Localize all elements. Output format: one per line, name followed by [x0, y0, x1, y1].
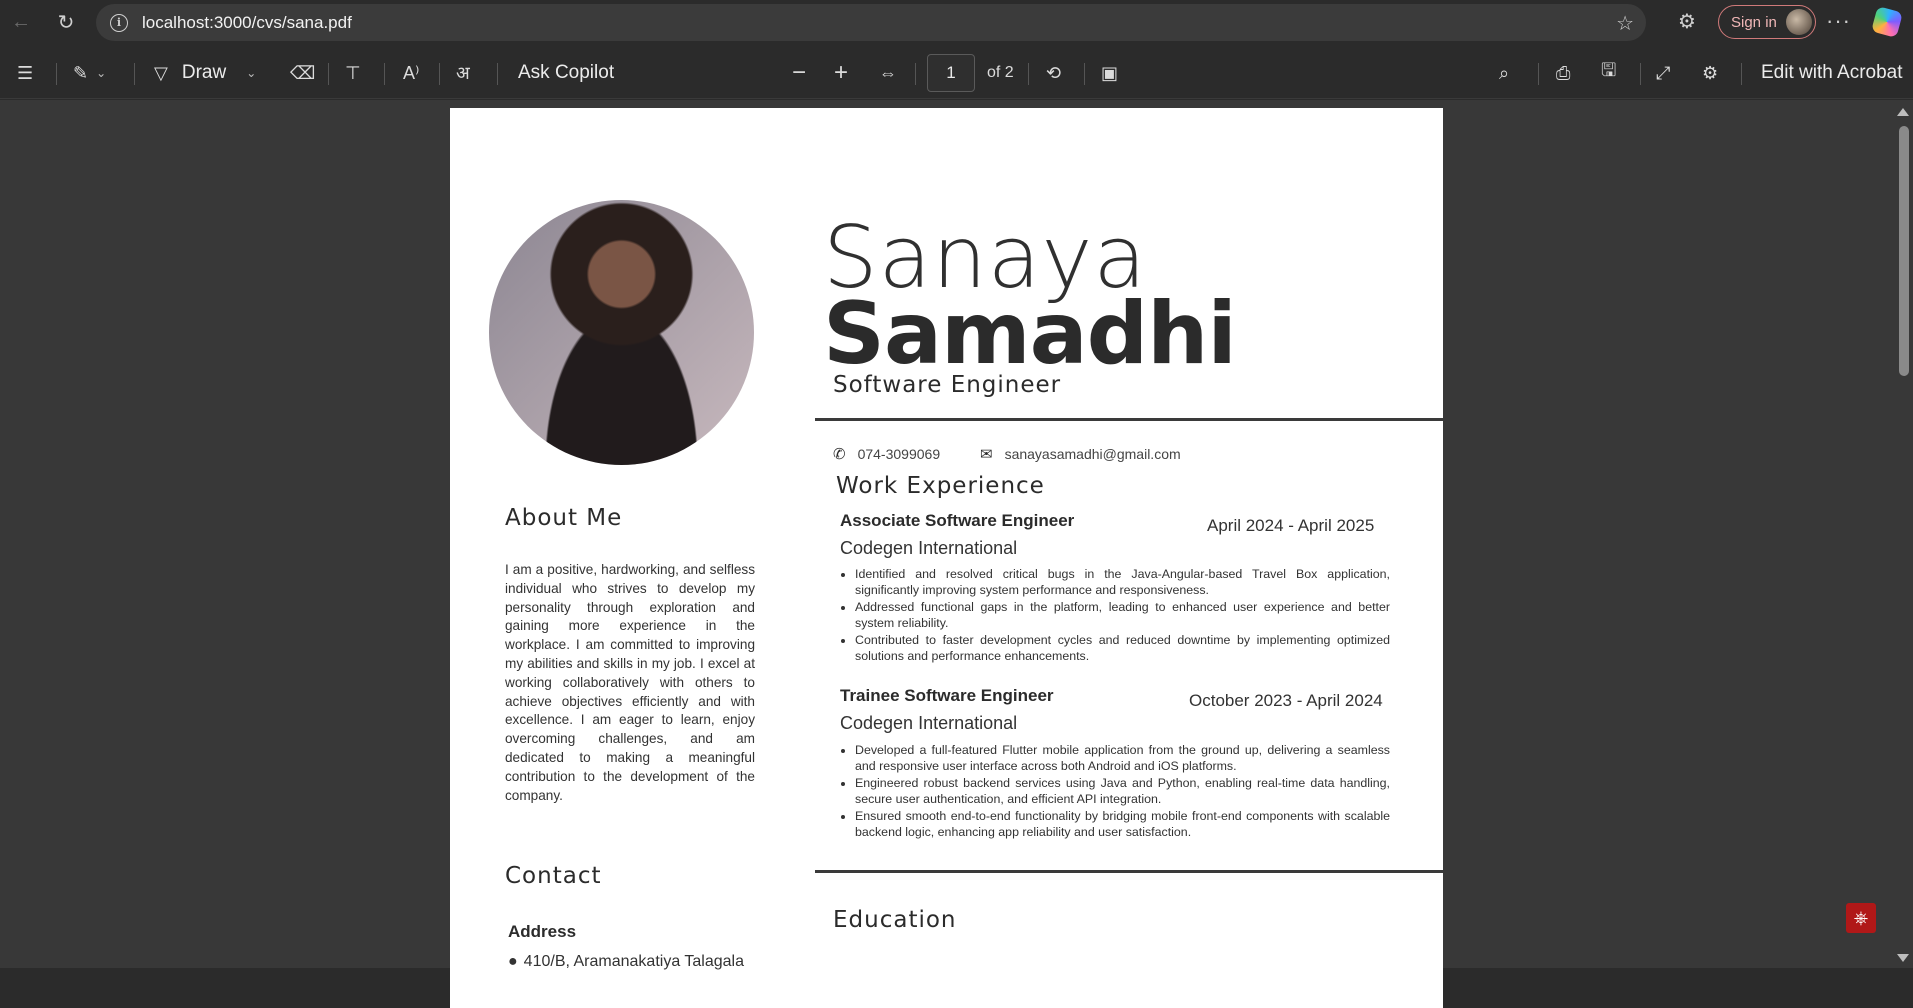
email-row: ✉ sanayasamadhi@gmail.com [980, 445, 1181, 463]
phone-icon: ✆ [833, 446, 846, 463]
site-info-icon[interactable]: i [110, 13, 128, 32]
toolbar-divider [1028, 63, 1029, 85]
job-title: Software Engineer [833, 372, 1062, 398]
rotate-icon[interactable]: ⟲ [1046, 47, 1061, 99]
work-experience-heading: Work Experience [836, 473, 1045, 499]
job-bullet: Contributed to faster development cycles… [855, 632, 1390, 664]
scroll-down-arrow-icon[interactable] [1897, 954, 1909, 962]
extensions-icon[interactable]: ⚙ [1674, 9, 1700, 35]
print-icon[interactable]: ⎙ [1556, 47, 1570, 99]
job-bullet-list: Developed a full-featured Flutter mobile… [840, 742, 1390, 841]
draw-label: Draw [181, 62, 227, 83]
contents-list-icon[interactable]: ☰ [17, 47, 33, 99]
divider-line [815, 418, 1443, 421]
vertical-scrollbar[interactable] [1895, 100, 1913, 968]
job-company: Codegen International [840, 713, 1018, 733]
toolbar-divider [439, 63, 440, 85]
job-bullet: Developed a full-featured Flutter mobile… [855, 742, 1390, 774]
save-icon[interactable]: 🖫 [1601, 47, 1616, 99]
draw-icon: ▽ [154, 62, 168, 83]
job-company: Codegen International [840, 538, 1018, 558]
job-dates: April 2024 - April 2025 [1207, 516, 1375, 535]
zoom-in-button[interactable]: + [834, 47, 848, 99]
back-arrow-icon[interactable]: ← [5, 6, 37, 38]
toolbar-divider [56, 63, 57, 85]
pdf-viewer[interactable]: Sanaya Samadhi Software Engineer ✆ 074-3… [0, 100, 1913, 1008]
phone-number: 074-3099069 [857, 446, 941, 462]
address-bar[interactable]: i localhost:3000/cvs/sana.pdf ☆ [96, 4, 1646, 41]
draw-button[interactable]: ▽ Draw ⌄ [154, 47, 256, 99]
mail-icon: ✉ [980, 446, 993, 463]
toolbar-divider [1538, 63, 1539, 85]
job-dates: October 2023 - April 2024 [1189, 691, 1383, 710]
pdf-toolbar: ☰ ✎ ⌄ ▽ Draw ⌄ ⌫ ⊤ A⁾ अ Ask Copilot − + ⇔… [0, 47, 1913, 99]
edit-with-acrobat-button[interactable]: Edit with Acrobat [1761, 47, 1903, 99]
more-menu-icon[interactable]: ··· [1826, 8, 1851, 34]
browser-toolbar: ← ↻ i localhost:3000/cvs/sana.pdf ☆ ⚙ Si… [0, 0, 1913, 45]
toolbar-divider [384, 63, 385, 85]
about-heading: About Me [505, 505, 623, 531]
job-bullet: Engineered robust backend services using… [855, 775, 1390, 807]
phone-row: ✆ 074-3099069 [833, 445, 940, 463]
toolbar-divider [328, 63, 329, 85]
address-text: ● 410/B, Aramanakatiya Talagala [508, 953, 744, 971]
fit-to-width-icon[interactable]: ⇔ [879, 47, 897, 99]
job-bullet: Addressed functional gaps in the platfor… [855, 599, 1390, 631]
scroll-thumb[interactable] [1899, 126, 1909, 376]
pdf-page: Sanaya Samadhi Software Engineer ✆ 074-3… [450, 108, 1443, 1008]
about-text: I am a positive, hardworking, and selfle… [505, 562, 755, 803]
search-icon[interactable]: ⌕ [1499, 47, 1509, 99]
reload-icon[interactable]: ↻ [50, 6, 82, 38]
email-address: sanayasamadhi@gmail.com [1004, 446, 1181, 462]
highlight-icon[interactable]: ✎ ⌄ [73, 47, 106, 99]
ask-copilot-button[interactable]: Ask Copilot [518, 47, 614, 99]
toolbar-divider [497, 63, 498, 85]
job-role: Associate Software Engineer [840, 511, 1075, 530]
job-role: Trainee Software Engineer [840, 686, 1054, 705]
chevron-down-icon[interactable]: ⌄ [96, 66, 106, 80]
acrobat-icon[interactable]: ⎈ [1846, 903, 1876, 933]
sign-in-button[interactable]: Sign in [1718, 5, 1816, 39]
address-value: 410/B, Aramanakatiya Talagala [523, 953, 744, 970]
scroll-up-arrow-icon[interactable] [1897, 108, 1909, 116]
settings-gear-icon[interactable]: ⚙ [1702, 47, 1718, 99]
translate-icon[interactable]: अ [456, 47, 470, 99]
education-heading: Education [833, 907, 957, 933]
job-bullet-list: Identified and resolved critical bugs in… [840, 566, 1390, 665]
toolbar-divider [1640, 63, 1641, 85]
location-pin-icon: ● [508, 953, 518, 970]
chevron-down-icon[interactable]: ⌄ [246, 66, 256, 80]
contact-heading: Contact [505, 863, 602, 889]
fullscreen-icon[interactable]: ⤢ [1656, 47, 1670, 99]
favorite-star-icon[interactable]: ☆ [1616, 11, 1634, 36]
address-label: Address [508, 922, 577, 941]
url-text[interactable]: localhost:3000/cvs/sana.pdf [142, 13, 352, 33]
toolbar-divider [1084, 63, 1085, 85]
page-view-icon[interactable]: ▣ [1101, 47, 1118, 99]
read-aloud-icon[interactable]: A⁾ [403, 47, 419, 99]
job-bullet: Ensured smooth end-to-end functionality … [855, 808, 1390, 840]
toolbar-divider [915, 63, 916, 85]
zoom-out-button[interactable]: − [792, 47, 806, 99]
page-number-input[interactable]: 1 [927, 54, 975, 92]
page-total: of 2 [987, 64, 1014, 81]
copilot-icon[interactable] [1871, 6, 1903, 38]
job-bullet: Identified and resolved critical bugs in… [855, 566, 1390, 598]
toolbar-divider [134, 63, 135, 85]
edit-with-acrobat-label: Edit with Acrobat [1761, 62, 1903, 83]
avatar [1786, 9, 1812, 35]
sign-in-label: Sign in [1731, 13, 1777, 31]
divider-line [815, 870, 1443, 873]
text-box-icon[interactable]: ⊤ [345, 47, 361, 99]
profile-photo [489, 200, 754, 465]
toolbar-divider [1741, 63, 1742, 85]
last-name: Samadhi [823, 284, 1237, 384]
ask-copilot-label: Ask Copilot [518, 62, 615, 83]
eraser-icon[interactable]: ⌫ [290, 47, 315, 99]
